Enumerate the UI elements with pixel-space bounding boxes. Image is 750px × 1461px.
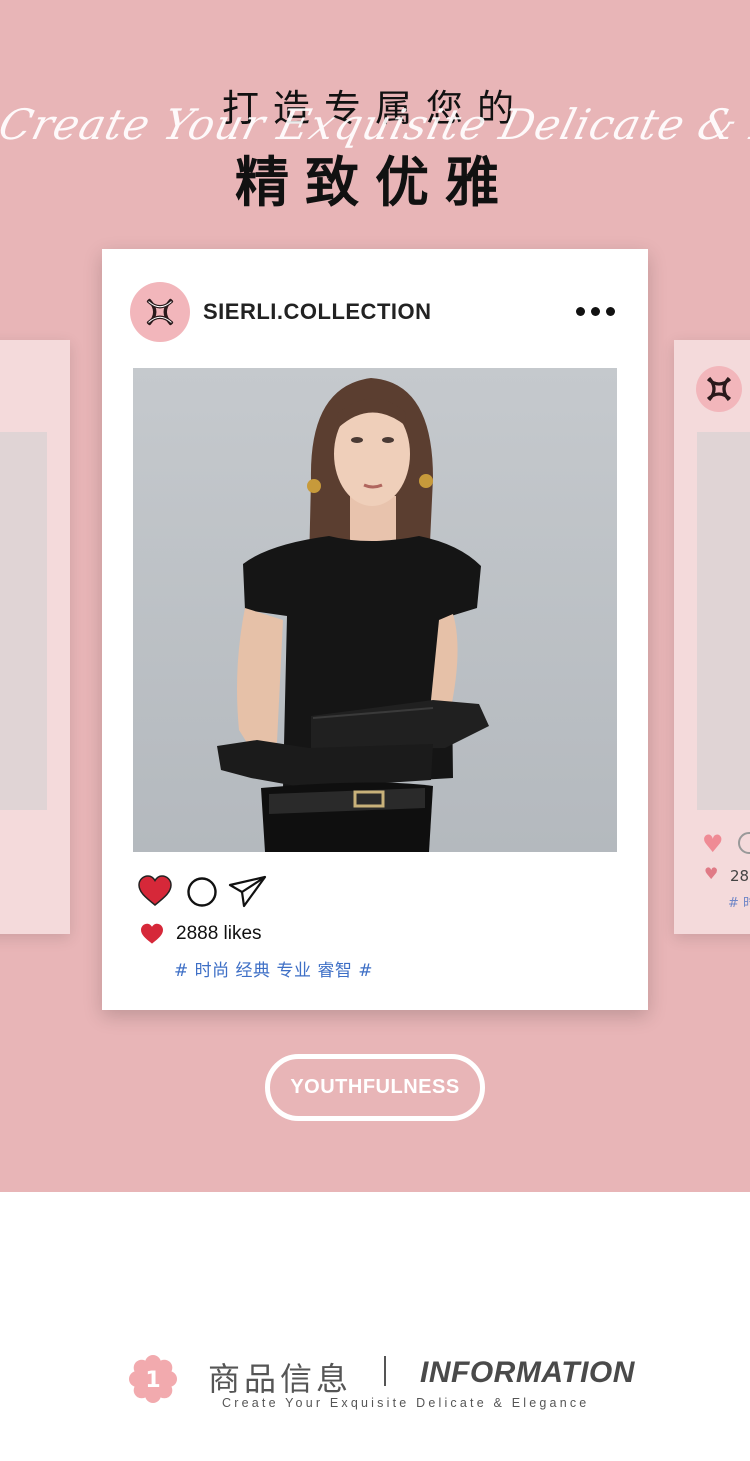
info-title-cn: 商品信息 <box>208 1360 353 1398</box>
side-hashtags: # 时 <box>728 896 750 911</box>
brand-logo-icon <box>706 376 732 402</box>
post-hashtags[interactable]: # 时尚 经典 专业 睿智 # <box>174 956 373 981</box>
side-comment-icon <box>738 832 750 854</box>
side-likes-text: 28 <box>730 867 750 885</box>
comment-icon[interactable] <box>186 876 218 912</box>
heart-icon[interactable] <box>138 875 172 911</box>
side-likes-heart-icon: ♥ <box>704 864 719 883</box>
more-dots-icon[interactable] <box>576 307 616 319</box>
hero-section: 打造专属您的 Create Your Exquisite Delicate & … <box>0 0 750 1192</box>
side-post-photo <box>697 432 750 810</box>
info-number: 1 <box>145 1368 160 1393</box>
post-card: SIERLI.COLLECTION 2888 likes # 时尚 经典 专业 … <box>102 249 648 1010</box>
account-name[interactable]: SIERLI.COLLECTION <box>203 299 432 325</box>
likes-heart-icon <box>140 923 164 949</box>
brand-logo-icon <box>146 298 174 326</box>
flower-number-badge: 1 <box>128 1354 178 1404</box>
side-post-card-left <box>0 340 70 934</box>
info-divider <box>384 1356 386 1386</box>
info-subtitle: Create Your Exquisite Delicate & Eleganc… <box>222 1396 590 1410</box>
side-heart-icon: ♥ <box>702 830 724 858</box>
youthfulness-button[interactable]: YOUTHFULNESS <box>265 1054 485 1121</box>
model-illustration <box>217 378 489 852</box>
share-icon[interactable] <box>228 875 268 913</box>
flower-icon: 1 <box>129 1355 177 1403</box>
side-post-photo <box>0 432 47 810</box>
side-post-card-right: ♥ ♥ 28 # 时 <box>674 340 750 934</box>
account-avatar[interactable] <box>130 282 190 342</box>
info-title-en: INFORMATION <box>420 1356 635 1389</box>
hero-title-line2: 精致优雅 <box>235 151 515 214</box>
info-section-header: 1 商品信息 INFORMATION Create Your Exquisite… <box>0 1340 750 1430</box>
likes-count: 2888 likes <box>176 923 262 944</box>
side-avatar <box>696 366 742 412</box>
post-photo <box>133 368 617 852</box>
youthfulness-label: YOUTHFULNESS <box>290 1076 460 1098</box>
post-actions <box>138 875 338 911</box>
